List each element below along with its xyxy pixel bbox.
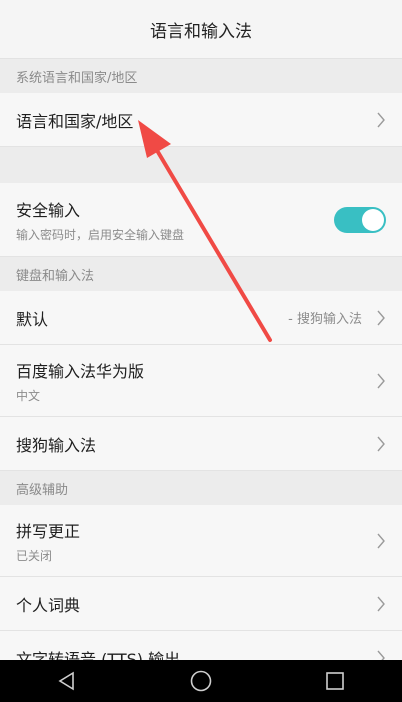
toggle-knob — [362, 208, 384, 231]
spell-check-texts: 拼写更正 已关闭 — [16, 518, 80, 564]
section-header-advanced-label: 高级辅助 — [16, 482, 69, 498]
chevron-right-icon — [377, 596, 385, 611]
spell-check-title: 拼写更正 — [16, 521, 81, 541]
page-title-bar: 语言和输入法 — [0, 0, 402, 59]
chevron-right-icon — [377, 112, 385, 127]
secure-input-toggle[interactable] — [334, 206, 386, 233]
chevron-right-icon — [377, 310, 385, 325]
section-header-keyboard: 键盘和输入法 — [0, 257, 402, 291]
secure-input-row[interactable]: 安全输入 输入密码时，启用安全输入键盘 — [0, 183, 402, 257]
secure-input-texts: 安全输入 输入密码时，启用安全输入键盘 — [16, 197, 184, 243]
sogou-input-title: 搜狗输入法 — [16, 435, 97, 455]
home-icon — [190, 670, 212, 692]
section-header-advanced: 高级辅助 — [0, 471, 402, 505]
section-header-language-label: 系统语言和国家/地区 — [16, 70, 138, 86]
chevron-right-icon — [377, 436, 385, 451]
system-nav-bar — [0, 660, 402, 702]
back-button[interactable] — [47, 660, 87, 702]
sogou-input-texts: 搜狗输入法 — [16, 432, 96, 456]
chevron-right-icon — [377, 373, 385, 388]
personal-dictionary-texts: 个人词典 — [16, 592, 80, 616]
secure-input-subtitle: 输入密码时，启用安全输入键盘 — [16, 227, 185, 242]
default-input-title: 默认 — [16, 309, 49, 329]
personal-dictionary-title: 个人词典 — [16, 595, 81, 615]
language-region-texts: 语言和国家/地区 — [16, 108, 133, 132]
page-title: 语言和输入法 — [150, 21, 252, 42]
default-input-texts: 默认 — [16, 306, 48, 330]
section-header-keyboard-label: 键盘和输入法 — [16, 268, 95, 284]
default-input-right: - 搜狗输入法 — [288, 308, 386, 327]
baidu-input-title: 百度输入法华为版 — [16, 361, 145, 381]
language-region-row[interactable]: 语言和国家/地区 — [0, 93, 402, 147]
back-icon — [58, 671, 74, 691]
section-spacer — [0, 147, 402, 183]
default-input-value: - 搜狗输入法 — [288, 312, 362, 327]
home-button[interactable] — [181, 660, 221, 702]
default-input-row[interactable]: 默认 - 搜狗输入法 — [0, 291, 402, 345]
baidu-input-row[interactable]: 百度输入法华为版 中文 — [0, 345, 402, 417]
section-header-language: 系统语言和国家/地区 — [0, 59, 402, 93]
spell-check-subtitle: 已关闭 — [16, 548, 53, 563]
recents-button[interactable] — [315, 660, 355, 702]
personal-dictionary-row[interactable]: 个人词典 — [0, 577, 402, 631]
baidu-input-subtitle: 中文 — [16, 388, 41, 403]
language-region-title: 语言和国家/地区 — [16, 111, 134, 131]
sogou-input-row[interactable]: 搜狗输入法 — [0, 417, 402, 471]
chevron-right-icon — [377, 533, 385, 548]
recents-icon — [326, 672, 344, 690]
baidu-input-texts: 百度输入法华为版 中文 — [16, 358, 144, 404]
spell-check-row[interactable]: 拼写更正 已关闭 — [0, 505, 402, 577]
secure-input-title: 安全输入 — [16, 200, 81, 220]
